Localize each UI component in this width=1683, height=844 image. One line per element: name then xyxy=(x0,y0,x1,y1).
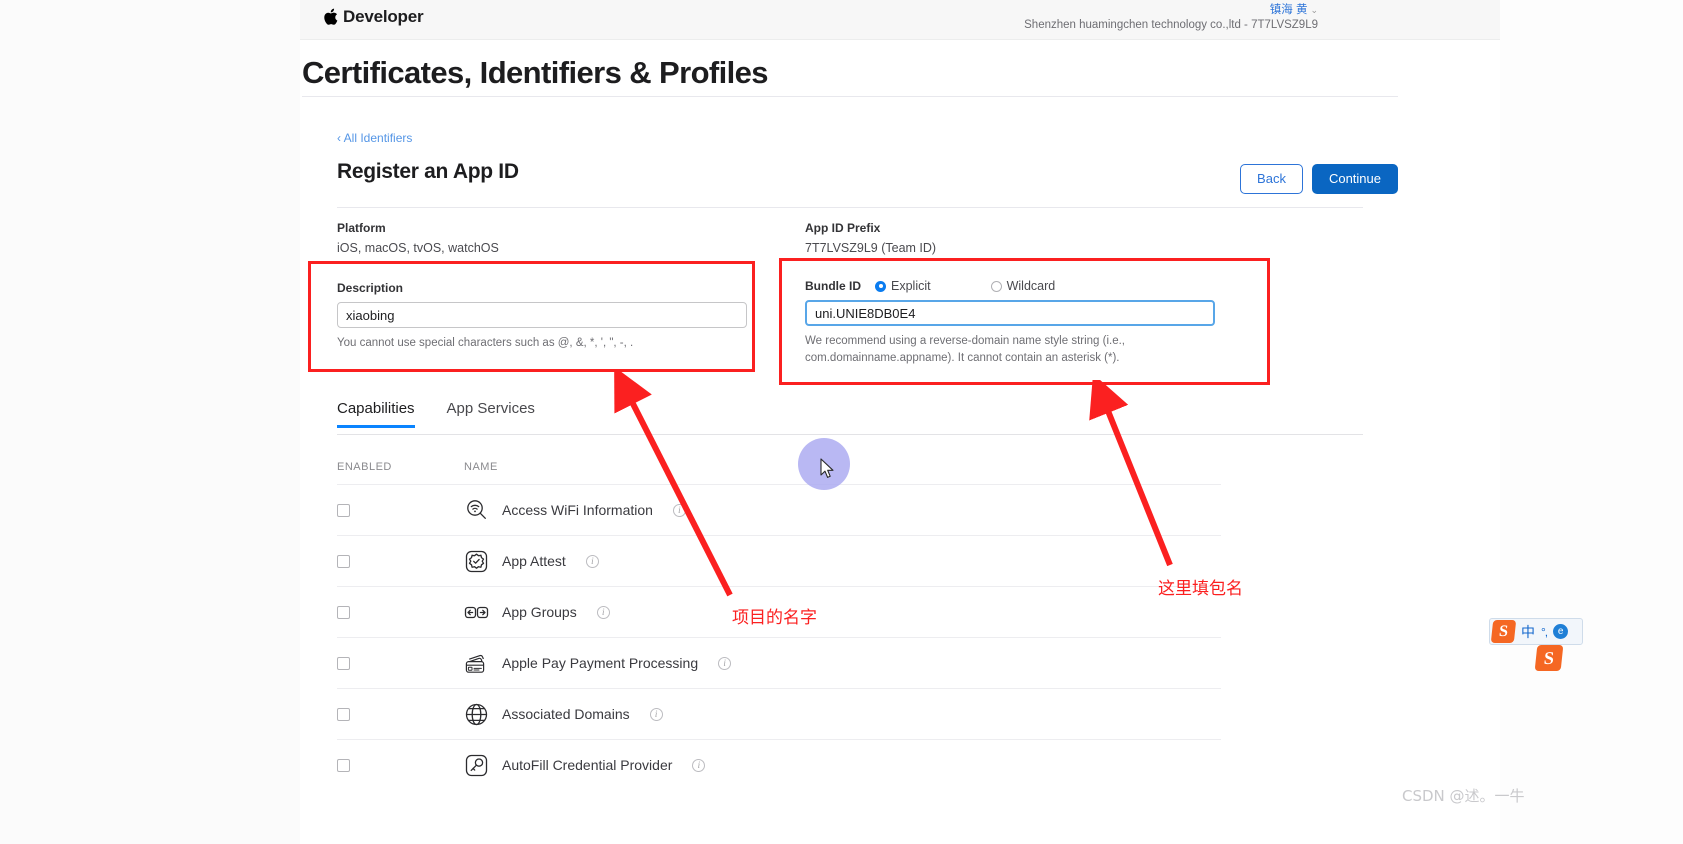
table-row[interactable]: App Attest i xyxy=(337,535,1221,586)
info-icon[interactable]: i xyxy=(692,758,706,772)
form-column-right: App ID Prefix 7T7LVSZ9L9 (Team ID) Bundl… xyxy=(805,221,1215,368)
radio-dot-icon xyxy=(875,280,886,292)
capability-name: App Groups xyxy=(502,604,577,620)
capability-checkbox[interactable] xyxy=(337,554,350,568)
app-groups-icon xyxy=(464,600,489,625)
cell-name: AutoFill Credential Provider i xyxy=(464,753,706,778)
cell-name: App Groups i xyxy=(464,600,610,625)
cell-enabled xyxy=(337,758,464,772)
capability-tabs: Capabilities App Services xyxy=(337,400,535,428)
tab-app-services[interactable]: App Services xyxy=(447,400,535,428)
radio-wildcard[interactable]: Wildcard xyxy=(990,279,1056,293)
radio-dot-icon xyxy=(990,280,1002,292)
capability-name: Associated Domains xyxy=(502,706,630,722)
bundle-id-type-row: Bundle ID Explicit Wildcard xyxy=(805,279,1215,293)
cell-name: Apple Pay Payment Processing i xyxy=(464,651,732,676)
watermark: CSDN @述。一牛 xyxy=(1402,787,1525,805)
cell-enabled xyxy=(337,554,464,568)
app-id-prefix-value: 7T7LVSZ9L9 (Team ID) xyxy=(805,241,937,255)
radio-wildcard-label: Wildcard xyxy=(1006,279,1056,293)
tab-capabilities[interactable]: Capabilities xyxy=(337,400,415,428)
breadcrumb-all-identifiers[interactable]: ‹ All Identifiers xyxy=(337,131,412,145)
column-header-enabled: ENABLED xyxy=(337,461,392,473)
ime-globe-icon[interactable]: e xyxy=(1553,624,1569,639)
apple-pay-icon xyxy=(464,651,489,676)
form-column-left: Platform iOS, macOS, tvOS, watchOS Descr… xyxy=(337,221,747,352)
annotation-text-project-name: 项目的名字 xyxy=(732,608,817,628)
bundle-id-hint: We recommend using a reverse-domain name… xyxy=(805,335,1126,365)
capability-checkbox[interactable] xyxy=(337,656,350,670)
cell-enabled xyxy=(337,707,464,721)
cell-enabled xyxy=(337,503,464,517)
ime-punctuation-toggle[interactable]: °, xyxy=(1541,625,1548,639)
description-label: Description xyxy=(337,281,404,295)
cell-name: App Attest i xyxy=(464,549,599,574)
wifi-search-icon xyxy=(464,498,489,523)
form-action-buttons: Back Continue xyxy=(1240,164,1398,194)
bundle-id-input[interactable] xyxy=(805,300,1215,326)
cell-name: Access WiFi Information i xyxy=(464,498,686,523)
capability-name: Apple Pay Payment Processing xyxy=(502,655,699,671)
developer-wordmark: Developer xyxy=(343,7,424,26)
table-row[interactable]: AutoFill Credential Provider i xyxy=(337,739,1221,790)
account-name: 镇海 黄 xyxy=(1269,4,1308,16)
key-icon xyxy=(464,753,489,778)
page-gutter-right xyxy=(1500,0,1683,844)
table-header-row: ENABLED NAME xyxy=(337,450,1221,484)
app-id-prefix-label: App ID Prefix xyxy=(805,221,881,235)
capability-checkbox[interactable] xyxy=(337,605,350,619)
radio-explicit-label: Explicit xyxy=(891,279,931,293)
account-menu[interactable]: 镇海 黄 ⌄ xyxy=(1270,1,1318,17)
capability-name: App Attest xyxy=(502,553,566,569)
description-input[interactable] xyxy=(337,302,747,328)
column-header-name: NAME xyxy=(464,461,498,473)
globe-icon xyxy=(464,702,489,727)
global-nav: Developer 镇海 黄 ⌄ Shenzhen huamingchen tec… xyxy=(300,0,1500,40)
radio-explicit[interactable]: Explicit xyxy=(875,279,931,293)
info-icon[interactable]: i xyxy=(649,707,663,721)
annotation-text-package-name: 这里填包名 xyxy=(1158,579,1243,599)
mouse-cursor-icon xyxy=(820,458,834,478)
capability-name: AutoFill Credential Provider xyxy=(502,757,673,773)
team-label: Shenzhen huamingchen technology co.,ltd … xyxy=(1024,19,1318,31)
cell-enabled xyxy=(337,656,464,670)
description-hint: You cannot use special characters such a… xyxy=(337,337,634,349)
ime-language-toggle[interactable]: 中 xyxy=(1521,622,1535,642)
sogou-floating-logo-icon[interactable]: S xyxy=(1534,645,1564,671)
title-divider xyxy=(302,96,1398,97)
info-icon[interactable]: i xyxy=(585,554,599,568)
capability-checkbox[interactable] xyxy=(337,707,350,721)
platform-label: Platform xyxy=(337,221,386,235)
continue-button[interactable]: Continue xyxy=(1311,164,1398,194)
attest-badge-icon xyxy=(464,549,489,574)
back-button[interactable]: Back xyxy=(1240,164,1303,194)
page-gutter-left xyxy=(0,0,300,844)
chevron-down-icon: ⌄ xyxy=(1310,5,1318,15)
capability-checkbox[interactable] xyxy=(337,503,350,517)
section-divider xyxy=(337,207,1363,208)
app-screen: Developer 镇海 黄 ⌄ Shenzhen huamingchen tec… xyxy=(0,0,1683,844)
cell-name: Associated Domains i xyxy=(464,702,663,727)
apple-logo-icon xyxy=(323,8,338,26)
info-icon[interactable]: i xyxy=(672,503,686,517)
section-title: Register an App ID xyxy=(337,160,519,183)
info-icon[interactable]: i xyxy=(596,605,610,619)
sogou-logo-icon[interactable]: S xyxy=(1490,620,1517,643)
cell-enabled xyxy=(337,605,464,619)
table-row[interactable]: Associated Domains i xyxy=(337,688,1221,739)
table-row[interactable]: Apple Pay Payment Processing i xyxy=(337,637,1221,688)
capability-name: Access WiFi Information xyxy=(502,502,653,518)
apple-developer-logo[interactable]: Developer xyxy=(323,7,424,27)
page-title: Certificates, Identifiers & Profiles xyxy=(302,55,769,90)
platform-value: iOS, macOS, tvOS, watchOS xyxy=(337,241,499,255)
table-row[interactable]: Access WiFi Information i xyxy=(337,484,1221,535)
capability-checkbox[interactable] xyxy=(337,758,350,772)
info-icon[interactable]: i xyxy=(718,656,732,670)
tabs-divider xyxy=(337,434,1363,435)
ime-toolbar[interactable]: S 中 °, e xyxy=(1489,618,1583,645)
bundle-id-label: Bundle ID xyxy=(805,279,861,293)
